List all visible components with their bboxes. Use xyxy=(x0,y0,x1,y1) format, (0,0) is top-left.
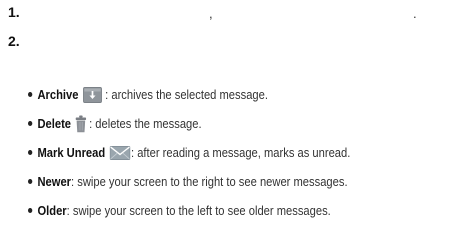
action-term-archive: Archive xyxy=(37,87,79,102)
list-item-delete: Delete : deletes the message. xyxy=(28,115,406,133)
action-description-newer: : swipe your screen to the right to see … xyxy=(71,174,348,189)
list-item-newer: Newer: swipe your screen to the right to… xyxy=(28,173,406,191)
bullet-dot xyxy=(28,179,33,185)
action-description-older: : swipe your screen to the left to see o… xyxy=(66,203,331,218)
bullet-dot xyxy=(28,150,33,156)
bullet-dot xyxy=(28,92,33,98)
step-1-period: . xyxy=(413,6,417,21)
step-number-1: 1. xyxy=(8,4,20,20)
list-item-mark-unread: Mark Unread : after reading a message, ma… xyxy=(28,144,406,162)
message-actions-list: Archive: archives the selected message. … xyxy=(28,86,468,231)
trash-icon xyxy=(75,115,87,133)
list-item-older: Older: swipe your screen to the left to … xyxy=(28,202,406,220)
bullet-dot xyxy=(28,121,33,127)
action-term-delete: Delete xyxy=(37,116,72,131)
action-description-mark-unread: : after reading a message, marks as unre… xyxy=(130,145,351,160)
archive-icon xyxy=(82,86,102,103)
action-term-newer: Newer xyxy=(37,174,72,189)
action-term-older: Older xyxy=(37,203,67,218)
bullet-dot xyxy=(28,208,33,214)
action-description-delete: : deletes the message. xyxy=(89,116,202,131)
envelope-icon xyxy=(109,145,131,160)
step-1-comma: , xyxy=(209,6,213,21)
step-number-2: 2. xyxy=(8,33,20,49)
action-description-archive: : archives the selected message. xyxy=(105,87,268,102)
list-item-archive: Archive : archives the selected message. xyxy=(28,86,406,104)
action-term-mark-unread: Mark Unread xyxy=(37,145,106,160)
